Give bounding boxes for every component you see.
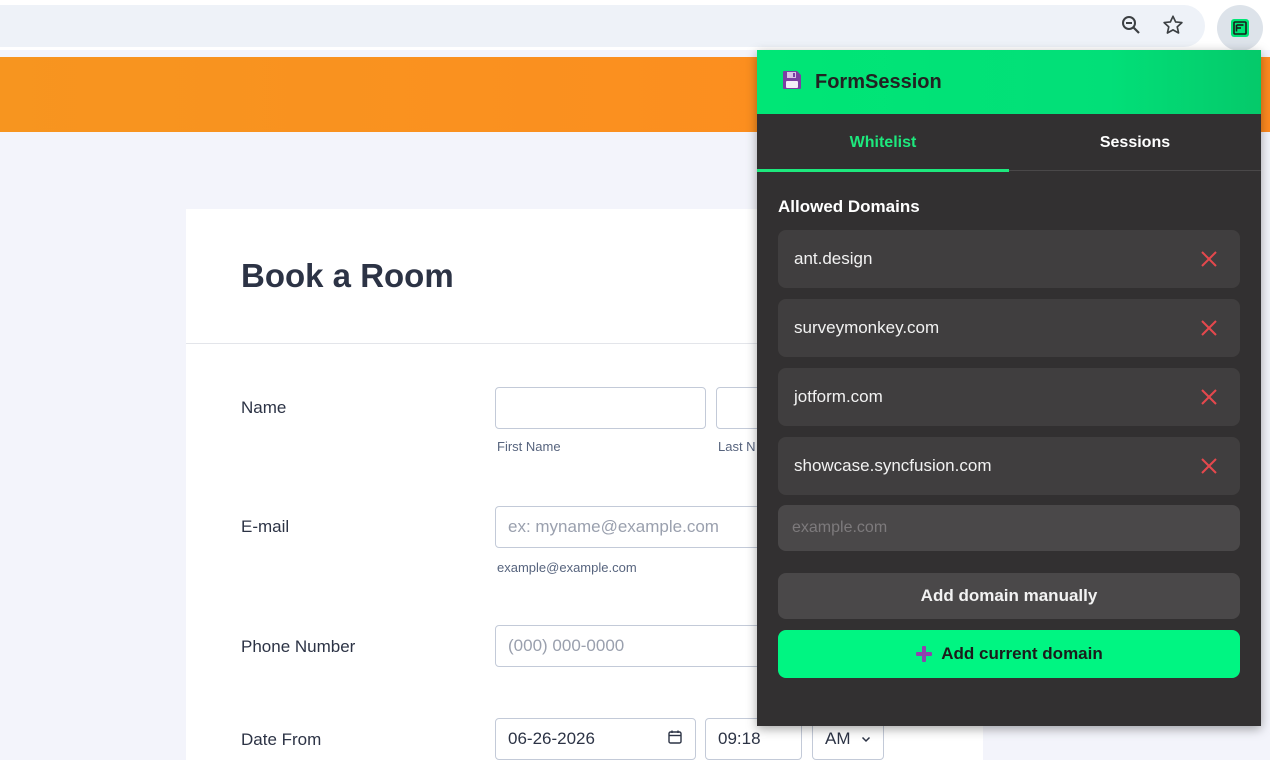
phone-label: Phone Number: [241, 637, 356, 656]
first-name-sublabel: First Name: [497, 439, 561, 454]
last-name-sublabel: Last N: [718, 439, 756, 454]
remove-domain-button[interactable]: [1198, 386, 1220, 408]
form-title: Book a Room: [241, 257, 454, 294]
allowed-domains-heading: Allowed Domains: [778, 197, 920, 216]
popup-header: FormSession: [757, 50, 1261, 114]
list-item: showcase.syncfusion.com: [778, 437, 1240, 495]
add-domain-manually-button[interactable]: Add domain manually: [778, 573, 1240, 619]
zoom-out-icon[interactable]: [1118, 12, 1144, 38]
date-from-label: Date From: [241, 730, 322, 749]
domain-name: surveymonkey.com: [794, 318, 940, 337]
tab-whitelist[interactable]: Whitelist: [757, 114, 1009, 172]
list-item: surveymonkey.com: [778, 299, 1240, 357]
name-label: Name: [241, 398, 287, 417]
close-icon: [1201, 389, 1217, 405]
remove-domain-button[interactable]: [1198, 317, 1220, 339]
phone-input[interactable]: (000) 000-0000: [495, 625, 795, 667]
address-bar[interactable]: [0, 5, 1205, 47]
plus-icon: [915, 645, 933, 663]
date-value: 06-26-2026: [508, 729, 595, 748]
email-sublabel: example@example.com: [497, 560, 637, 575]
floppy-disk-icon: [781, 69, 803, 96]
browser-toolbar: [0, 0, 1270, 51]
close-icon: [1201, 458, 1217, 474]
list-item: ant.design: [778, 230, 1240, 288]
popup-tabs: Whitelist Sessions: [757, 114, 1261, 172]
date-from-input[interactable]: 06-26-2026: [495, 718, 696, 760]
domain-list: ant.design surveymonkey.com jotform.com …: [778, 230, 1240, 506]
domain-name: ant.design: [794, 249, 873, 268]
tab-sessions[interactable]: Sessions: [1009, 114, 1261, 171]
add-current-domain-label: Add current domain: [941, 644, 1103, 663]
close-icon: [1201, 320, 1217, 336]
domain-input[interactable]: [778, 505, 1240, 551]
formsession-popup: FormSession Whitelist Sessions Allowed D…: [757, 50, 1261, 726]
add-current-domain-button[interactable]: Add current domain: [778, 630, 1240, 678]
first-name-input[interactable]: [495, 387, 706, 429]
star-icon[interactable]: [1160, 12, 1186, 38]
calendar-icon[interactable]: [667, 729, 683, 750]
close-icon: [1201, 251, 1217, 267]
ampm-value: AM: [825, 729, 851, 748]
domain-name: showcase.syncfusion.com: [794, 456, 992, 475]
email-label: E-mail: [241, 517, 290, 536]
remove-domain-button[interactable]: [1198, 455, 1220, 477]
chevron-down-icon: [861, 729, 871, 749]
popup-title: FormSession: [815, 70, 942, 93]
domain-name: jotform.com: [794, 387, 883, 406]
list-item: jotform.com: [778, 368, 1240, 426]
formsession-extension-icon[interactable]: [1217, 5, 1263, 51]
email-input[interactable]: ex: myname@example.com: [495, 506, 795, 548]
remove-domain-button[interactable]: [1198, 248, 1220, 270]
